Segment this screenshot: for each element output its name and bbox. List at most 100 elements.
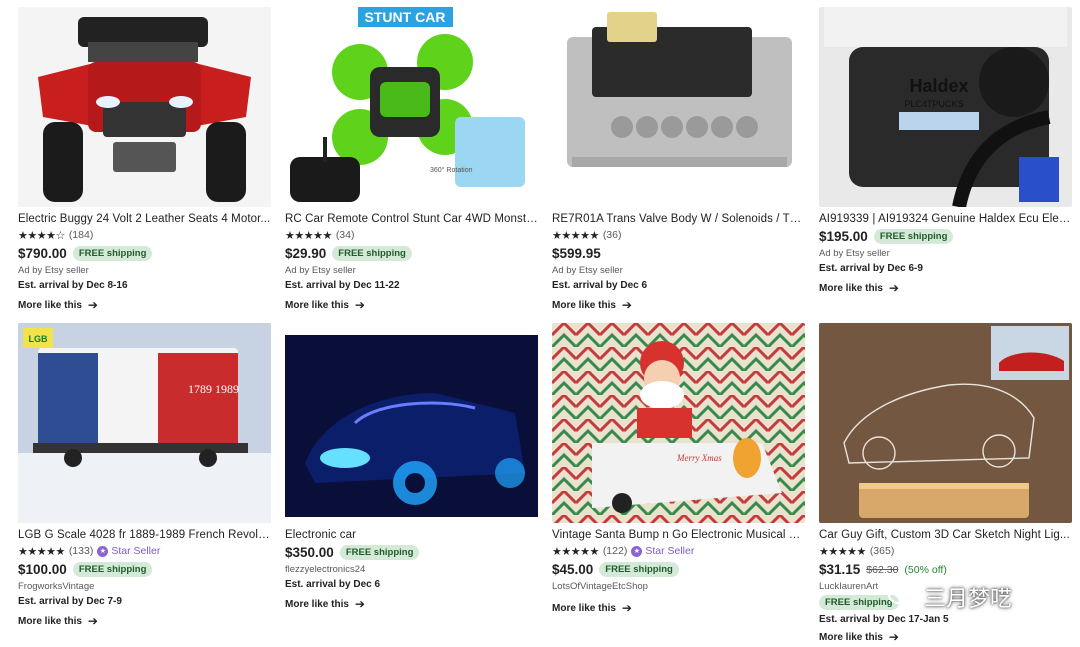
haldex-brand-label: Haldex	[909, 76, 968, 96]
more-like-this-label: More like this	[552, 602, 616, 614]
star-seller-badge: ★ Star Seller	[97, 545, 160, 557]
star-rating-icon: ★★★★★	[285, 229, 332, 242]
star-rating-icon: ★★★★★	[552, 229, 599, 242]
listing-title[interactable]: Electric Buggy 24 Volt 2 Leather Seats 4…	[18, 213, 271, 225]
listing-image[interactable]: STUNT CAR 360° Rotation	[285, 7, 538, 207]
more-like-this-label: More like this	[285, 598, 349, 610]
arrival-estimate: Est. arrival by Dec 6-9	[819, 263, 923, 274]
rotation-caption: 360° Rotation	[430, 166, 473, 174]
price: $350.00	[285, 545, 334, 560]
more-like-this-label: More like this	[552, 299, 616, 311]
listing-image[interactable]: LGB 1789 1989	[18, 323, 271, 523]
arrival-estimate: Est. arrival by Dec 17-Jan 5	[819, 614, 949, 625]
arrow-right-icon: ➔	[888, 630, 899, 644]
listing-image[interactable]	[552, 7, 805, 207]
more-like-this-link[interactable]: More like this ➔	[819, 281, 1072, 295]
rating: ★★★★★ (34)	[285, 228, 538, 242]
rating: ★★★★★ (133) ★ Star Seller	[18, 544, 271, 558]
price: $29.90	[285, 246, 327, 261]
review-count: (365)	[869, 545, 895, 557]
star-seller-badge: ★ Star Seller	[631, 545, 694, 557]
arrow-right-icon: ➔	[87, 614, 98, 628]
listing-title[interactable]: AI919339 | AI919324 Genuine Haldex Ecu E…	[819, 213, 1072, 225]
original-price: $62.30	[866, 563, 899, 576]
listing-card[interactable]: RE7R01A Trans Valve Body W / Solenoids /…	[552, 7, 805, 312]
wechat-icon	[888, 586, 917, 607]
price-row: $31.15 $62.30 (50% off)	[819, 562, 1072, 577]
arrival-estimate: Est. arrival by Dec 11-22	[285, 280, 400, 291]
more-like-this-label: More like this	[819, 282, 883, 294]
listing-image[interactable]	[285, 323, 538, 523]
more-like-this-link[interactable]: More like this ➔	[285, 298, 538, 312]
ad-label: Ad by Etsy seller	[285, 265, 356, 276]
price: $45.00	[552, 562, 594, 577]
listing-image[interactable]: Merry Xmas	[552, 323, 805, 523]
more-like-this-link[interactable]: More like this ➔	[285, 597, 538, 611]
price: $100.00	[18, 562, 67, 577]
arrow-right-icon: ➔	[888, 281, 899, 295]
ad-label: Ad by Etsy seller	[18, 265, 89, 276]
arrival-estimate: Est. arrival by Dec 6	[552, 280, 648, 291]
listing-grid: Electric Buggy 24 Volt 2 Leather Seats 4…	[0, 0, 1080, 647]
watermark: 三月梦呓	[888, 581, 1012, 613]
listing-title[interactable]: RE7R01A Trans Valve Body W / Solenoids /…	[552, 213, 805, 225]
star-seller-icon: ★	[631, 545, 643, 557]
listing-title[interactable]: Electronic car	[285, 529, 538, 541]
train-years-label: 1789 1989	[188, 382, 239, 396]
free-shipping-badge: FREE shipping	[339, 545, 420, 560]
review-count: (184)	[68, 229, 94, 241]
price-row: $45.00 FREE shipping	[552, 562, 805, 577]
arrow-right-icon: ➔	[354, 597, 365, 611]
listing-title[interactable]: RC Car Remote Control Stunt Car 4WD Mons…	[285, 213, 538, 225]
listing-card[interactable]: Electronic car $350.00 FREE shipping fle…	[285, 323, 538, 611]
more-like-this-link[interactable]: More like this ➔	[18, 298, 271, 312]
star-rating-icon: ★★★★★	[819, 545, 866, 558]
price-row: $350.00 FREE shipping	[285, 545, 538, 560]
haldex-model-label: PLC4TPUCKS	[904, 99, 963, 109]
listing-title[interactable]: Vintage Santa Bump n Go Electronic Music…	[552, 529, 805, 541]
more-like-this-label: More like this	[285, 299, 349, 311]
listing-image[interactable]: Haldex PLC4TPUCKS	[819, 7, 1072, 207]
arrow-right-icon: ➔	[354, 298, 365, 312]
arrow-right-icon: ➔	[621, 298, 632, 312]
price: $790.00	[18, 246, 67, 261]
listing-title[interactable]: Car Guy Gift, Custom 3D Car Sketch Night…	[819, 529, 1072, 541]
ad-label: Ad by Etsy seller	[819, 248, 890, 259]
price-row: $790.00 FREE shipping	[18, 246, 271, 261]
listing-card[interactable]: Merry Xmas Vintage Santa Bump n Go Elect…	[552, 323, 805, 615]
shop-name[interactable]: FrogworksVintage	[18, 581, 271, 592]
review-count: (122)	[602, 545, 628, 557]
more-like-this-label: More like this	[819, 631, 883, 643]
shop-name[interactable]: LotsOfVintageEtcShop	[552, 581, 805, 592]
stunt-car-label: STUNT CAR	[365, 9, 446, 25]
price: $31.15	[819, 562, 861, 577]
listing-card[interactable]: STUNT CAR 360° Rotation RC Car Remote Co…	[285, 7, 538, 312]
listing-title[interactable]: LGB G Scale 4028 fr 1889-1989 French Rev…	[18, 529, 271, 541]
listing-card[interactable]: Electric Buggy 24 Volt 2 Leather Seats 4…	[18, 7, 271, 312]
lgb-logo: LGB	[29, 334, 48, 344]
review-count: (133)	[68, 545, 94, 557]
listing-image[interactable]	[18, 7, 271, 207]
more-like-this-link[interactable]: More like this ➔	[18, 614, 271, 628]
more-like-this-link[interactable]: More like this ➔	[819, 630, 1072, 644]
listing-card[interactable]: LGB 1789 1989 LGB G Scale 4028 fr 1889-1…	[18, 323, 271, 628]
more-like-this-label: More like this	[18, 299, 82, 311]
arrow-right-icon: ➔	[621, 601, 632, 615]
free-shipping-badge: FREE shipping	[72, 246, 153, 261]
rating: ★★★★★ (122) ★ Star Seller	[552, 544, 805, 558]
more-like-this-link[interactable]: More like this ➔	[552, 601, 805, 615]
price: $599.95	[552, 246, 601, 261]
listing-card[interactable]: Haldex PLC4TPUCKS AI919339 | AI919324 Ge…	[819, 7, 1072, 295]
more-like-this-link[interactable]: More like this ➔	[552, 298, 805, 312]
star-seller-icon: ★	[97, 545, 109, 557]
free-shipping-badge: FREE shipping	[599, 562, 679, 577]
shop-name[interactable]: flezzyelectronics24	[285, 564, 538, 575]
star-seller-label: Star Seller	[111, 545, 161, 557]
watermark-text: 三月梦呓	[924, 586, 1013, 611]
merry-xmas-sign: Merry Xmas	[676, 453, 722, 463]
price: $195.00	[819, 229, 868, 244]
star-rating-icon: ★★★★★	[552, 545, 599, 558]
arrival-estimate: Est. arrival by Dec 7-9	[18, 596, 122, 607]
listing-image[interactable]	[819, 323, 1072, 523]
price-row: $195.00 FREE shipping	[819, 229, 1072, 244]
